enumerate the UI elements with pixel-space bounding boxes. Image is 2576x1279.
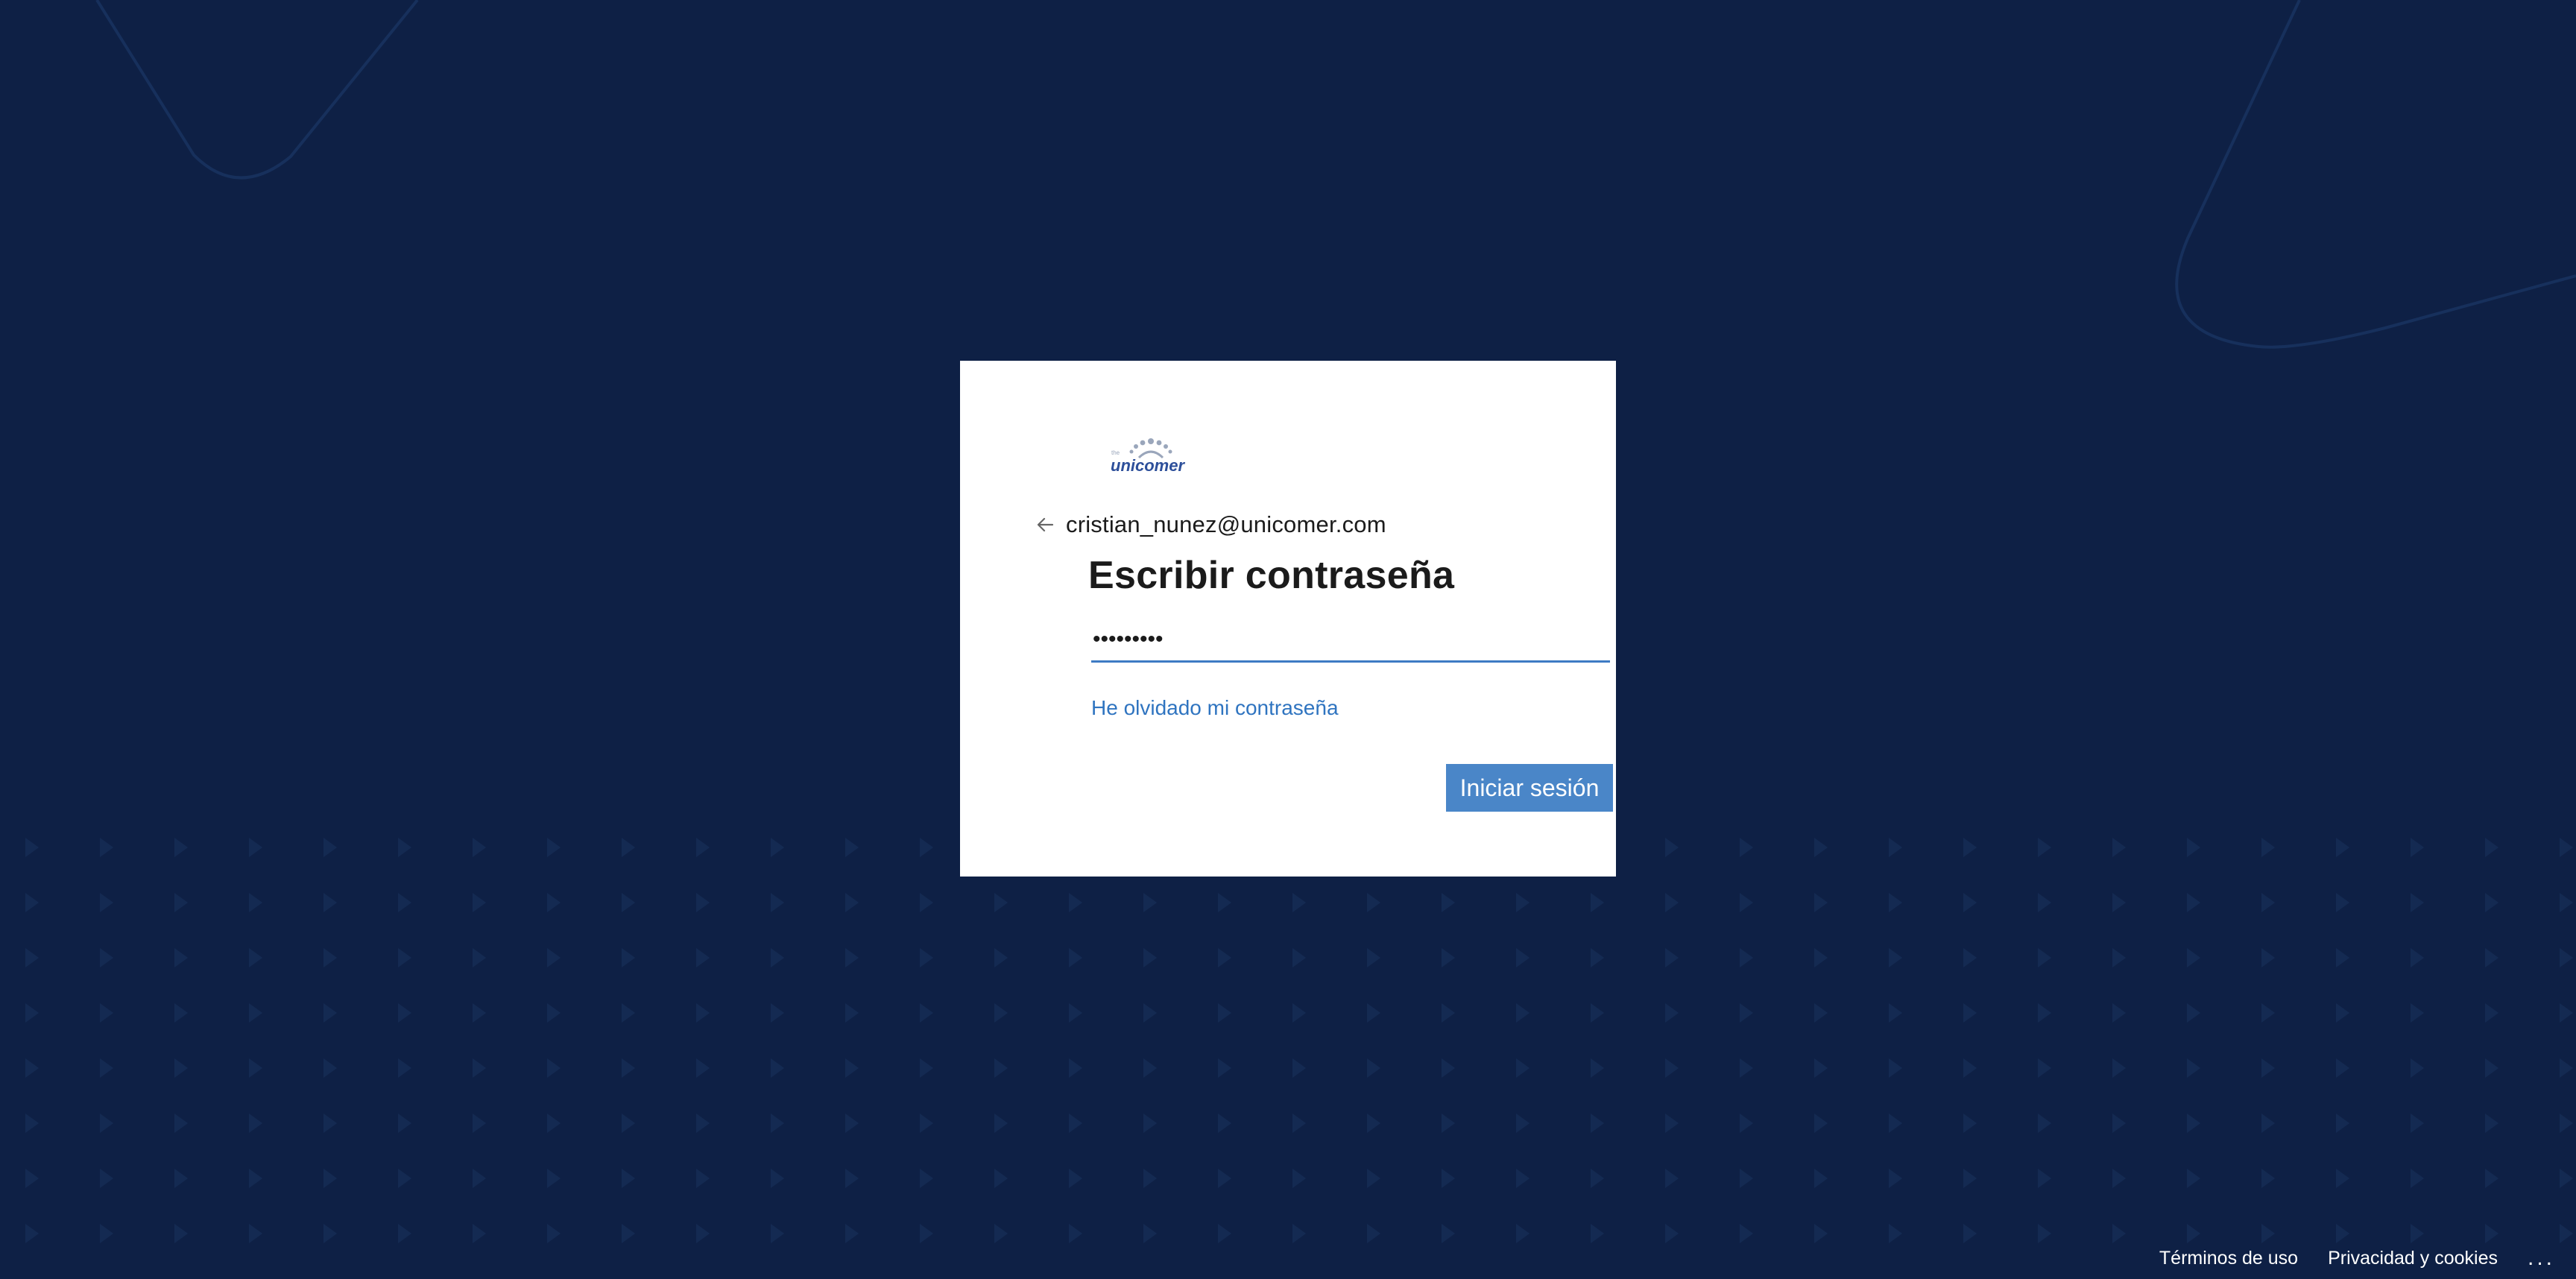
logo-wordmark: unicomer (1111, 456, 1185, 475)
privacy-link[interactable]: Privacidad y cookies (2328, 1248, 2498, 1269)
logo-graphic: the unicomer (1111, 438, 1185, 475)
unicomer-logo: the unicomer (1109, 432, 1193, 476)
signin-button[interactable]: Iniciar sesión (1446, 764, 1613, 812)
decorative-curve-left (95, 0, 419, 180)
back-button[interactable] (1032, 511, 1058, 538)
svg-text:the: the (1111, 449, 1120, 456)
decorative-curve-right (2175, 0, 2576, 349)
signin-card: the unicomer cristian_nunez@unicomer.com… (960, 361, 1616, 877)
identity-email: cristian_nunez@unicomer.com (1066, 511, 1386, 537)
more-options-button[interactable]: ... (2528, 1247, 2555, 1269)
page-title: Escribir contraseña (1088, 554, 1455, 597)
identity-banner: cristian_nunez@unicomer.com (1032, 507, 1386, 543)
password-field-wrapper (1091, 619, 1610, 663)
forgot-password-link[interactable]: He olvidado mi contraseña (1091, 696, 1339, 720)
footer: Términos de uso Privacidad y cookies ... (2130, 1237, 2576, 1279)
password-input[interactable] (1091, 619, 1610, 660)
terms-link[interactable]: Términos de uso (2159, 1248, 2298, 1269)
arrow-left-icon (1037, 517, 1054, 532)
